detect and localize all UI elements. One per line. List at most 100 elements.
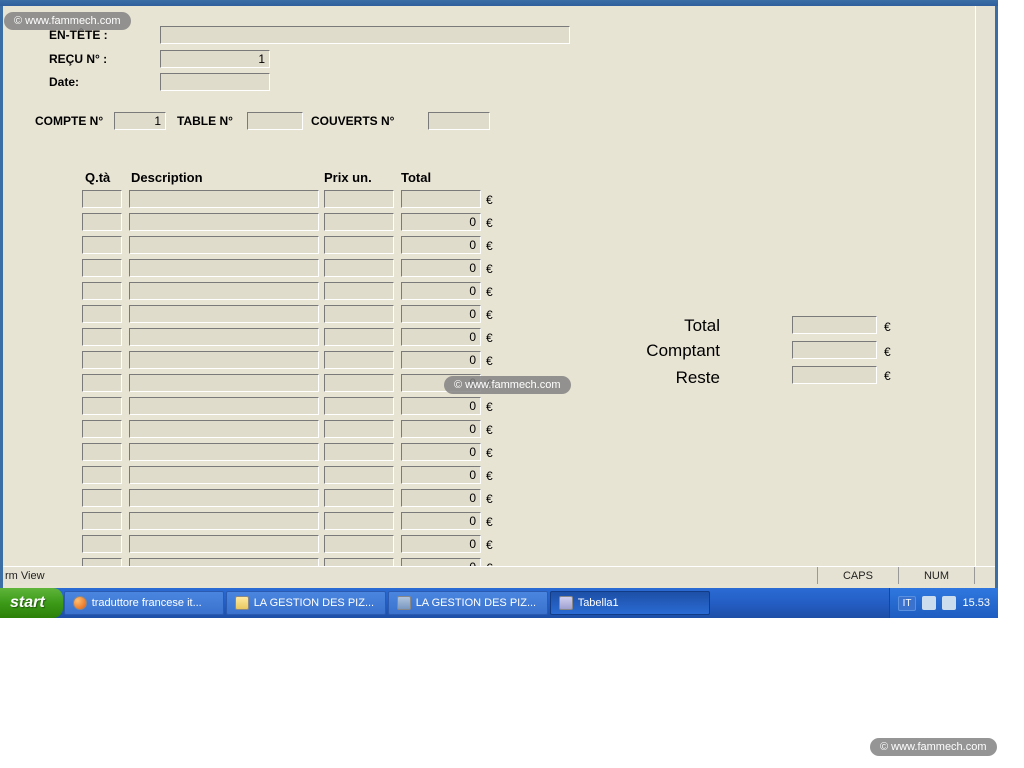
prix-input[interactable]	[324, 535, 394, 553]
description-input[interactable]	[129, 535, 319, 553]
prix-input[interactable]	[324, 328, 394, 346]
line-total-input[interactable]	[401, 282, 481, 300]
col-header-prix: Prix un.	[324, 170, 372, 185]
recu-input[interactable]	[160, 50, 270, 68]
prix-input[interactable]	[324, 558, 394, 566]
prix-input[interactable]	[324, 489, 394, 507]
euro-icon: €	[486, 354, 493, 368]
line-total-input[interactable]	[401, 259, 481, 277]
status-num: NUM	[898, 567, 974, 584]
description-input[interactable]	[129, 282, 319, 300]
description-input[interactable]	[129, 397, 319, 415]
taskbar-item-label: traduttore francese it...	[92, 597, 202, 609]
watermark-badge: © www.fammech.com	[444, 376, 571, 394]
compte-input[interactable]	[114, 112, 166, 130]
line-total-input[interactable]	[401, 236, 481, 254]
qta-input[interactable]	[82, 443, 122, 461]
total-input[interactable]	[792, 316, 877, 334]
prix-input[interactable]	[324, 190, 394, 208]
description-input[interactable]	[129, 558, 319, 566]
ff-icon	[73, 596, 87, 610]
line-total-input[interactable]	[401, 535, 481, 553]
start-button[interactable]: start	[0, 588, 63, 618]
euro-icon: €	[486, 331, 493, 345]
status-spacer	[974, 567, 995, 584]
tray-shield-icon[interactable]	[922, 596, 936, 610]
line-total-input[interactable]	[401, 443, 481, 461]
prix-input[interactable]	[324, 443, 394, 461]
description-input[interactable]	[129, 351, 319, 369]
taskbar-buttons: traduttore francese it... LA GESTION DES …	[63, 588, 711, 618]
taskbar-item[interactable]: LA GESTION DES PIZ...	[388, 591, 548, 615]
qta-input[interactable]	[82, 259, 122, 277]
table-input[interactable]	[247, 112, 303, 130]
qta-input[interactable]	[82, 190, 122, 208]
taskbar-item[interactable]: traduttore francese it...	[64, 591, 224, 615]
reste-input[interactable]	[792, 366, 877, 384]
date-input[interactable]	[160, 73, 270, 91]
en-tete-input[interactable]	[160, 26, 570, 44]
qta-input[interactable]	[82, 213, 122, 231]
comptant-input[interactable]	[792, 341, 877, 359]
qta-input[interactable]	[82, 236, 122, 254]
qta-input[interactable]	[82, 466, 122, 484]
prix-input[interactable]	[324, 351, 394, 369]
couverts-input[interactable]	[428, 112, 490, 130]
qta-input[interactable]	[82, 374, 122, 392]
description-input[interactable]	[129, 374, 319, 392]
description-input[interactable]	[129, 213, 319, 231]
prix-input[interactable]	[324, 259, 394, 277]
line-total-input[interactable]	[401, 512, 481, 530]
prix-input[interactable]	[324, 305, 394, 323]
qta-input[interactable]	[82, 558, 122, 566]
qta-input[interactable]	[82, 328, 122, 346]
line-total-input[interactable]	[401, 351, 481, 369]
euro-icon: €	[486, 239, 493, 253]
prix-input[interactable]	[324, 374, 394, 392]
description-input[interactable]	[129, 466, 319, 484]
euro-icon: €	[486, 285, 493, 299]
qta-input[interactable]	[82, 535, 122, 553]
taskbar-item[interactable]: Tabella1	[550, 591, 710, 615]
description-input[interactable]	[129, 489, 319, 507]
prix-input[interactable]	[324, 213, 394, 231]
qta-input[interactable]	[82, 397, 122, 415]
description-input[interactable]	[129, 443, 319, 461]
prix-input[interactable]	[324, 512, 394, 530]
line-total-input[interactable]	[401, 489, 481, 507]
system-tray[interactable]: IT 15.53	[889, 588, 998, 618]
line-total-input[interactable]	[401, 466, 481, 484]
description-input[interactable]	[129, 420, 319, 438]
description-input[interactable]	[129, 190, 319, 208]
tray-network-icon[interactable]	[942, 596, 956, 610]
qta-input[interactable]	[82, 420, 122, 438]
description-input[interactable]	[129, 305, 319, 323]
description-input[interactable]	[129, 328, 319, 346]
description-input[interactable]	[129, 512, 319, 530]
line-total-input[interactable]	[401, 190, 481, 208]
prix-input[interactable]	[324, 466, 394, 484]
line-total-input[interactable]	[401, 420, 481, 438]
description-input[interactable]	[129, 259, 319, 277]
prix-input[interactable]	[324, 236, 394, 254]
prix-input[interactable]	[324, 397, 394, 415]
description-input[interactable]	[129, 236, 319, 254]
qta-input[interactable]	[82, 489, 122, 507]
prix-input[interactable]	[324, 282, 394, 300]
line-total-input[interactable]	[401, 328, 481, 346]
line-total-input[interactable]	[401, 558, 481, 566]
qta-input[interactable]	[82, 305, 122, 323]
prix-input[interactable]	[324, 420, 394, 438]
label-date: Date:	[49, 75, 79, 89]
vertical-scrollbar[interactable]: ▼	[975, 6, 995, 584]
app-window: EN-TÊTE : REÇU N° : Date: COMPTE N° TABL…	[0, 0, 998, 618]
taskbar-item[interactable]: LA GESTION DES PIZ...	[226, 591, 386, 615]
line-total-input[interactable]	[401, 397, 481, 415]
watermark-badge: © www.fammech.com	[4, 12, 131, 30]
line-total-input[interactable]	[401, 213, 481, 231]
qta-input[interactable]	[82, 351, 122, 369]
line-total-input[interactable]	[401, 305, 481, 323]
qta-input[interactable]	[82, 282, 122, 300]
qta-input[interactable]	[82, 512, 122, 530]
tray-language[interactable]: IT	[898, 596, 917, 611]
